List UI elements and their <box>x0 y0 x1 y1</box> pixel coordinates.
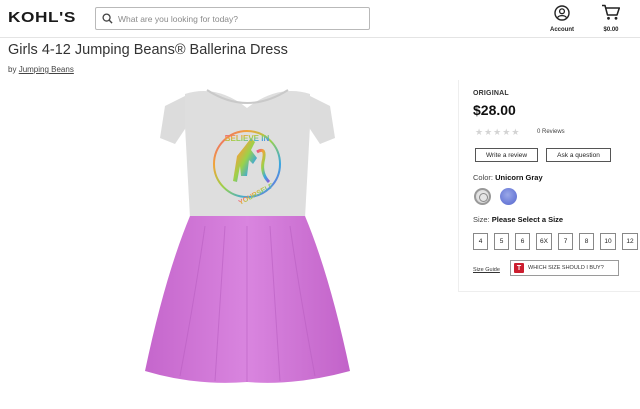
graphic-text-top: BELIEVE IN <box>225 134 270 143</box>
search-icon <box>102 13 113 24</box>
cart-icon <box>602 4 621 20</box>
price-label: ORIGINAL <box>473 90 509 97</box>
brand-link[interactable]: Jumping Beans <box>19 65 74 74</box>
color-label: Color: <box>473 173 494 182</box>
cart-total: $0.00 <box>603 27 619 33</box>
size-guide-link[interactable]: Size Guide <box>473 267 500 273</box>
which-size-label: WHICH SIZE SHOULD I BUY? <box>528 265 604 271</box>
product-image[interactable]: BELIEVE IN YOURSELF <box>145 86 350 386</box>
color-swatch-unicorn-gray[interactable] <box>474 188 491 205</box>
size-option[interactable]: 12 <box>622 233 638 250</box>
size-option[interactable]: 6X <box>536 233 552 250</box>
byline-prefix: by <box>8 65 17 74</box>
size-selection: Size: Please Select a Size <box>473 215 563 224</box>
size-option[interactable]: 7 <box>558 233 573 250</box>
product-title: Girls 4-12 Jumping Beans® Ballerina Dres… <box>8 42 288 58</box>
price: $28.00 <box>473 102 516 118</box>
size-option[interactable]: 5 <box>494 233 509 250</box>
kohls-logo[interactable]: KOHL'S <box>8 9 76 26</box>
star-icon: ★ <box>511 127 520 137</box>
color-value: Unicorn Gray <box>495 173 543 182</box>
size-prompt: Please Select a Size <box>491 215 564 224</box>
size-option[interactable]: 8 <box>579 233 594 250</box>
account-label: Account <box>550 27 574 33</box>
size-options: 4 5 6 6X 7 8 10 12 <box>473 233 638 250</box>
size-option[interactable]: 10 <box>600 233 616 250</box>
search-box[interactable] <box>95 7 370 30</box>
color-selection: Color: Unicorn Gray <box>473 173 543 182</box>
account-icon <box>554 5 570 21</box>
product-byline: by Jumping Beans <box>8 65 74 74</box>
cart-link[interactable]: $0.00 <box>597 4 625 33</box>
star-icon: ★ <box>475 127 484 137</box>
account-link[interactable]: Account <box>546 5 578 33</box>
size-label: Size: <box>473 215 490 224</box>
star-icon: ★ <box>493 127 502 137</box>
ask-question-button[interactable]: Ask a question <box>546 148 611 162</box>
size-option[interactable]: 6 <box>515 233 530 250</box>
size-option[interactable]: 4 <box>473 233 488 250</box>
search-input[interactable] <box>118 13 358 24</box>
star-icon: ★ <box>502 127 511 137</box>
star-icon: ★ <box>484 127 493 137</box>
star-rating[interactable]: ★ ★ ★ ★ ★ <box>475 127 519 138</box>
write-review-button[interactable]: Write a review <box>475 148 538 162</box>
color-swatch-blue[interactable] <box>500 188 517 205</box>
top-header: KOHL'S Account $0.00 <box>0 0 640 38</box>
purchase-panel: ORIGINAL $28.00 ★ ★ ★ ★ ★ 0 Reviews Writ… <box>458 80 640 292</box>
truefit-badge: T <box>514 263 524 273</box>
which-size-button[interactable]: T WHICH SIZE SHOULD I BUY? <box>510 260 619 276</box>
review-count[interactable]: 0 Reviews <box>537 129 565 135</box>
